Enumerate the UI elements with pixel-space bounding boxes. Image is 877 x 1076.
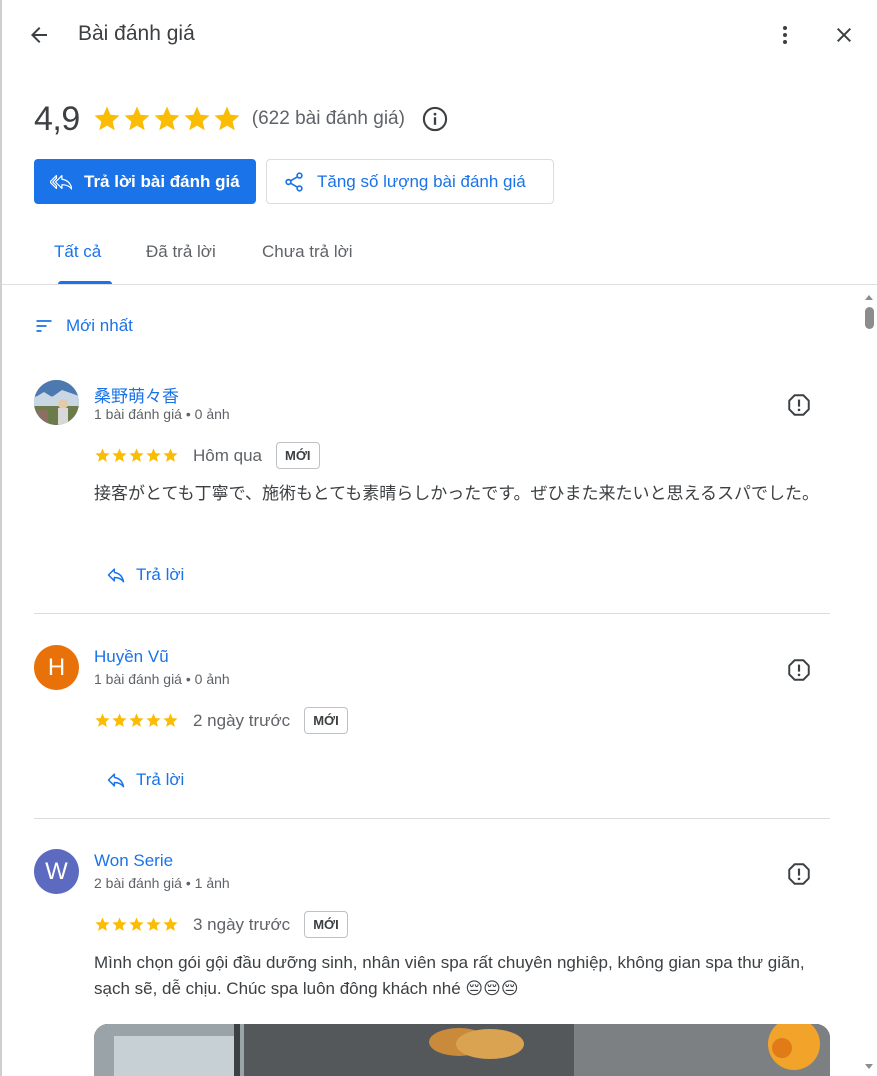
sort-icon [36,320,52,332]
back-button[interactable] [20,16,58,54]
report-button[interactable] [784,655,814,685]
info-icon[interactable] [421,105,449,133]
reply-button[interactable]: Trả lời [106,770,184,790]
review-rating-row: 3 ngày trước MỚI [94,911,348,938]
more-vert-icon [783,26,787,44]
get-more-reviews-label: Tăng số lượng bài đánh giá [317,171,526,191]
star-icon [163,713,178,727]
star-icon [112,917,127,931]
star-icon [95,448,110,462]
reply-all-icon [50,174,72,190]
star-icon [154,106,180,131]
reviewer-meta: 2 bài đánh giá • 1 ảnh [94,875,230,891]
star-icon [95,713,110,727]
tab-replied[interactable]: Đã trả lời [126,226,242,284]
rating-summary: 4,9 (622 bài đánh giá) [34,96,449,142]
sort-label: Mới nhất [66,316,133,335]
reply-icon [107,568,125,583]
star-icon [94,106,120,131]
star-icon [124,106,150,131]
reply-reviews-label: Trả lời bài đánh giá [84,171,240,191]
reply-icon [107,773,125,788]
report-icon [788,659,810,681]
review-rating-row: 2 ngày trước MỚI [94,707,348,734]
avatar[interactable]: W [34,849,79,894]
star-icon [146,448,161,462]
get-more-reviews-button[interactable]: Tăng số lượng bài đánh giá [266,159,554,204]
star-icon [163,917,178,931]
scroll-up-icon[interactable] [864,290,874,304]
review-text: Mình chọn gói gội đầu dưỡng sinh, nhân v… [94,953,805,998]
divider [2,284,877,285]
close-icon [837,28,851,42]
reviewer-meta: 1 bài đánh giá • 0 ảnh [94,671,230,687]
scrollbar-thumb[interactable] [865,307,874,329]
rating-stars [92,104,242,134]
review-count: (622 bài đánh giá) [251,108,405,129]
scrollbar[interactable] [862,290,876,1076]
star-icon [146,917,161,931]
new-badge: MỚI [304,707,348,734]
review-stars [94,447,179,464]
page-title: Bài đánh giá [78,22,195,45]
star-icon [214,106,240,131]
avatar[interactable] [34,380,79,425]
star-icon [129,713,144,727]
tab-all[interactable]: Tất cả [34,226,126,284]
review-date: Hôm qua [193,445,262,465]
review-tabs: Tất cả Đã trả lời Chưa trả lời [34,226,373,284]
review-item: H Huyền Vũ 1 bài đánh giá • 0 ảnh 2 ngày… [34,643,830,819]
sort-button[interactable]: Mới nhất [34,316,133,336]
star-icon [95,917,110,931]
star-icon [112,713,127,727]
star-icon [184,106,210,131]
report-button[interactable] [784,859,814,889]
reviews-panel: Bài đánh giá 4,9 (622 bài đánh giá) Trả … [0,0,877,1076]
star-icon [146,713,161,727]
reply-label: Trả lời [136,770,185,789]
star-icon [129,917,144,931]
review-stars [94,712,179,729]
more-options-button[interactable] [766,16,804,54]
report-button[interactable] [784,390,814,420]
review-text: 接客がとても丁寧で、施術もとても素晴らしかったです。ぜひまた来たいと思えるスパで… [94,484,820,503]
review-item: W Won Serie 2 bài đánh giá • 1 ảnh 3 ngà… [34,847,830,1076]
star-icon [112,448,127,462]
review-stars [94,916,179,933]
new-badge: MỚI [275,442,320,469]
review-item: 桑野萌々香 1 bài đánh giá • 0 ảnh Hôm qua MỚI… [34,378,830,614]
new-badge: MỚI [304,911,348,938]
reply-label: Trả lời [136,565,185,584]
review-date: 2 ngày trước [193,710,291,730]
top-bar: Bài đánh giá [2,0,877,70]
close-button[interactable] [825,16,863,54]
reviewer-name[interactable]: Huyền Vũ [94,647,169,667]
review-photo[interactable] [94,1024,830,1076]
tab-unreplied[interactable]: Chưa trả lời [242,226,373,284]
reviewer-name[interactable]: 桑野萌々香 [94,382,179,407]
star-icon [129,448,144,462]
reviewer-meta: 1 bài đánh giá • 0 ảnh [94,406,230,422]
scroll-down-icon[interactable] [864,1060,874,1074]
reply-reviews-button[interactable]: Trả lời bài đánh giá [34,159,256,204]
review-rating-row: Hôm qua MỚI [94,442,320,469]
reply-button[interactable]: Trả lời [106,565,184,585]
arrow-back-icon [31,27,47,43]
star-icon [163,448,178,462]
average-score: 4,9 [34,99,80,138]
review-date: 3 ngày trước [193,914,291,934]
report-icon [788,863,810,885]
reviewer-name[interactable]: Won Serie [94,851,173,871]
share-icon [285,171,303,192]
avatar[interactable]: H [34,645,79,690]
report-icon [788,394,810,416]
